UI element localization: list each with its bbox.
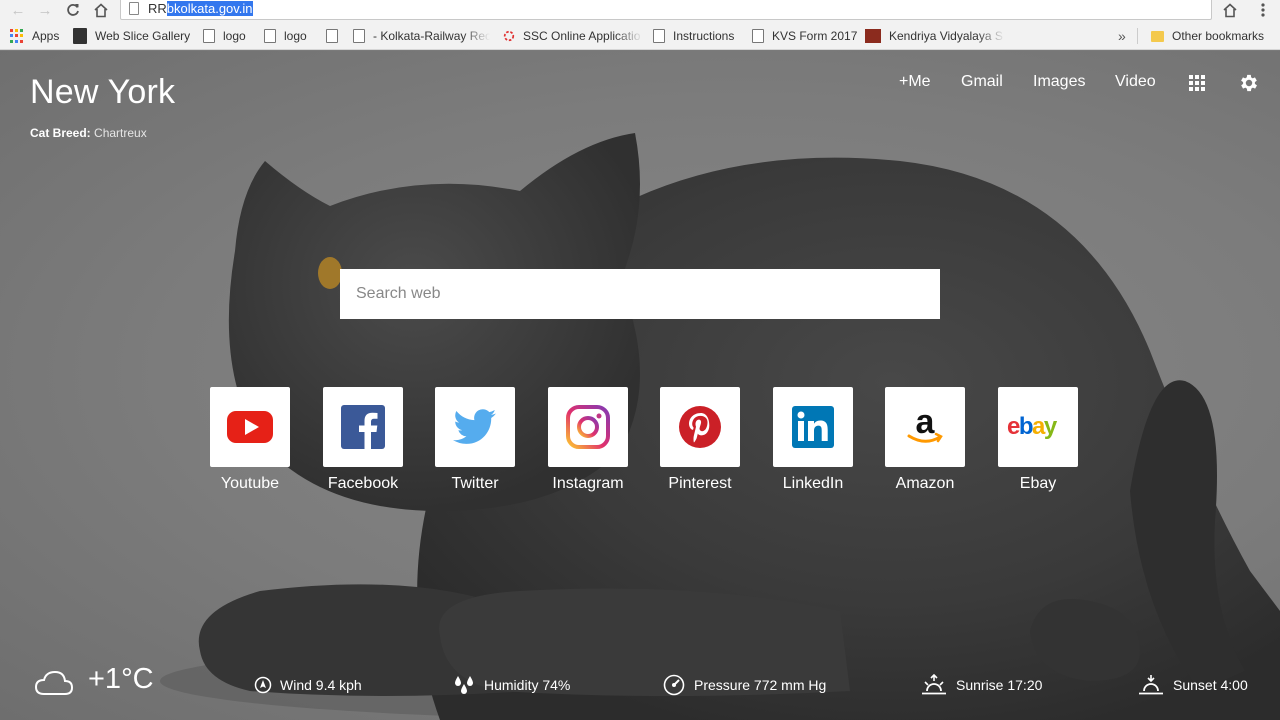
page-icon [353, 29, 365, 43]
tile-facebook[interactable] [323, 387, 403, 467]
apps-grid-icon [10, 29, 24, 43]
bookmark-label: Instructions [673, 29, 735, 43]
bookmark-instructions[interactable]: Instructions [653, 22, 734, 50]
temperature: +1°C [88, 663, 154, 695]
url-text[interactable]: RRbkolkata.gov.in [148, 1, 253, 16]
url-selection: bkolkata.gov.in [166, 1, 253, 16]
tile-linkedin[interactable] [773, 387, 853, 467]
tile-label-facebook[interactable]: Facebook [303, 475, 423, 493]
facebook-icon [341, 405, 385, 449]
page-icon [653, 29, 665, 43]
bookmark-logo[interactable]: logo [203, 22, 246, 50]
menu-dots-icon[interactable] [1252, 0, 1274, 20]
bookmark-label: Apps [32, 29, 60, 43]
bookmark-label: KVS Form 2017 [772, 29, 858, 43]
folder-icon [1151, 30, 1164, 42]
twitter-icon [453, 409, 496, 444]
wind-info: Wind 9.4 kph [254, 676, 362, 694]
gmail-link[interactable]: Gmail [961, 73, 1003, 91]
bookmark-label: Web Slice Gallery [95, 29, 191, 43]
tile-label-ebay[interactable]: Ebay [978, 475, 1098, 493]
loading-spinner-icon [503, 30, 515, 42]
sunset-info: Sunset 4:00 [1137, 675, 1248, 695]
cat-breed-label: Cat Breed: [30, 126, 91, 140]
svg-text:ebay: ebay [1007, 413, 1058, 440]
page-icon [326, 29, 338, 43]
bookmark-apps[interactable]: Apps [10, 22, 59, 50]
web-slice-icon [73, 28, 87, 44]
bookmark-ssc-online[interactable]: SSC Online Applicatio [503, 22, 643, 50]
page-icon [752, 29, 764, 43]
instagram-icon [566, 405, 610, 449]
bookmark-kolkata-railway[interactable]: - Kolkata-Railway Rec [353, 22, 490, 50]
home-icon[interactable] [90, 0, 112, 20]
gear-icon[interactable] [1238, 72, 1260, 94]
cat-background-image [160, 133, 1280, 720]
cloud-icon [34, 670, 74, 695]
bookmarks-bar: Apps Web Slice Gallery logo logo - Kolka… [0, 22, 1280, 50]
tile-label-pinterest[interactable]: Pinterest [640, 475, 760, 493]
pinterest-icon [679, 406, 721, 448]
tile-instagram[interactable] [548, 387, 628, 467]
tile-twitter[interactable] [435, 387, 515, 467]
bookmark-label: logo [223, 29, 246, 43]
bookmark-label: SSC Online Applicatio [523, 29, 641, 43]
water-drops-icon [455, 676, 473, 694]
bookmark-other-bookmarks[interactable]: Other bookmarks [1151, 22, 1264, 50]
tile-label-youtube[interactable]: Youtube [190, 475, 310, 493]
tile-label-instagram[interactable]: Instagram [528, 475, 648, 493]
search-input[interactable] [340, 269, 940, 319]
pressure-info: Pressure 772 mm Hg [662, 674, 826, 696]
sunset-icon [1139, 675, 1163, 695]
svg-text:a: a [916, 407, 936, 441]
browser-toolbar: ← → RRbkolkata.gov.in [0, 0, 1280, 22]
humidity-info: Humidity 74% [452, 676, 570, 694]
cat-breed-value: Chartreux [94, 126, 147, 140]
tile-amazon[interactable]: a [885, 387, 965, 467]
home-icon[interactable] [1219, 0, 1241, 20]
bookmark-kvs-form[interactable]: KVS Form 2017 [752, 22, 857, 50]
bookmark-label: - Kolkata-Railway Rec [373, 29, 490, 43]
tile-label-amazon[interactable]: Amazon [865, 475, 985, 493]
compass-icon [254, 676, 272, 694]
plus-me-link[interactable]: +Me [899, 73, 931, 91]
back-arrow-icon[interactable]: ← [7, 0, 29, 20]
bookmark-page[interactable] [326, 22, 346, 50]
tile-label-twitter[interactable]: Twitter [415, 475, 535, 493]
amazon-icon: a [907, 407, 943, 443]
tile-youtube[interactable] [210, 387, 290, 467]
sunrise-info: Sunrise 17:20 [920, 674, 1042, 695]
page-icon [129, 2, 139, 15]
new-tab-page: New York Cat Breed: Chartreux +Me Gmail … [0, 51, 1280, 720]
kv-logo-icon [865, 29, 881, 43]
apps-grid-icon[interactable] [1189, 75, 1205, 91]
bookmark-logo[interactable]: logo [264, 22, 307, 50]
tile-ebay[interactable]: ebay [998, 387, 1078, 467]
linkedin-icon [792, 406, 834, 448]
tile-pinterest[interactable] [660, 387, 740, 467]
bookmark-label: Other bookmarks [1172, 29, 1265, 43]
sunrise-icon [922, 674, 946, 695]
bookmark-label: Kendriya Vidyalaya S [889, 29, 1003, 43]
video-link[interactable]: Video [1115, 73, 1156, 91]
ebay-icon: ebay [1007, 413, 1059, 440]
bookmark-kendriya-vidyalaya[interactable]: Kendriya Vidyalaya S [865, 22, 1005, 50]
bookmarks-overflow-chevron-icon[interactable]: » [1118, 22, 1126, 50]
bookmark-label: logo [284, 29, 307, 43]
cat-breed: Cat Breed: Chartreux [30, 126, 147, 140]
city-name: New York [30, 73, 176, 111]
page-icon [264, 29, 276, 43]
gauge-icon [663, 674, 685, 696]
address-bar[interactable]: RRbkolkata.gov.in [120, 0, 1212, 20]
bookmarks-divider [1137, 28, 1138, 44]
bookmark-web-slice-gallery[interactable]: Web Slice Gallery [73, 22, 190, 50]
tile-label-linkedin[interactable]: LinkedIn [753, 475, 873, 493]
page-icon [203, 29, 215, 43]
reload-icon[interactable] [62, 0, 84, 20]
images-link[interactable]: Images [1033, 73, 1085, 91]
youtube-icon [227, 411, 273, 443]
forward-arrow-icon[interactable]: → [34, 0, 56, 20]
